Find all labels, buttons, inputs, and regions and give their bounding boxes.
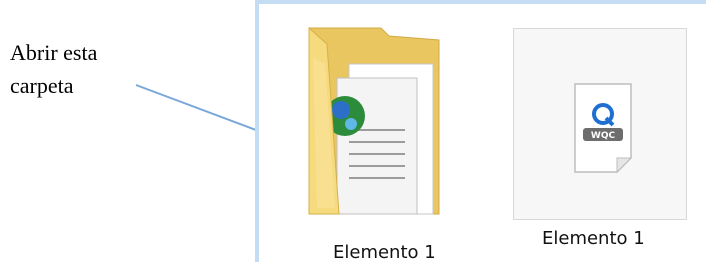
explorer-window: Elemento 1 WQC Elemento 1 [255,0,706,263]
folder-icon [308,26,440,215]
file-item-label: Elemento 1 [542,228,645,249]
folder-item[interactable]: Elemento 1 [289,18,485,263]
wqc-file-icon: WQC [574,83,633,174]
wqc-badge-text: WQC [591,131,616,141]
file-item[interactable]: WQC [513,28,687,220]
folder-item-label: Elemento 1 [333,242,436,263]
